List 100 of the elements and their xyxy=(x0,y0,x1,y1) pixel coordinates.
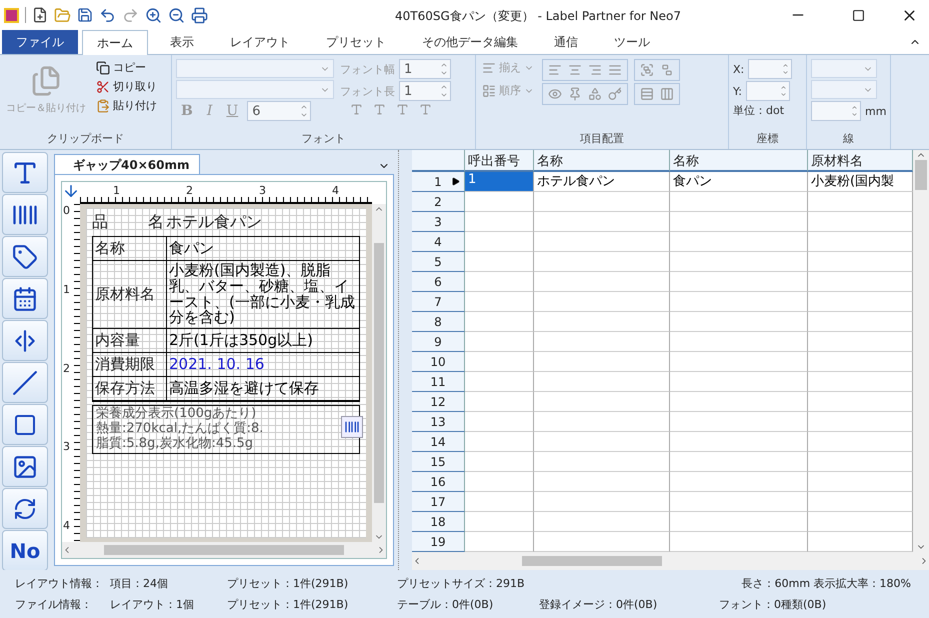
table-cell[interactable] xyxy=(534,472,670,492)
table-cell[interactable] xyxy=(465,252,534,272)
row-header[interactable]: 8 xyxy=(412,312,465,332)
eye-icon[interactable] xyxy=(548,87,562,101)
table-cell[interactable] xyxy=(808,432,913,452)
layout-tab[interactable]: ギャップ40×60mm xyxy=(54,154,200,174)
row-header[interactable]: 2 xyxy=(412,192,465,212)
font-width-field[interactable]: 1 xyxy=(399,59,451,79)
row-header[interactable]: 7 xyxy=(412,292,465,312)
scroll-thumb[interactable] xyxy=(915,160,927,190)
table-cell[interactable] xyxy=(534,212,670,232)
table-cell[interactable] xyxy=(808,212,913,232)
table-cell[interactable] xyxy=(808,532,913,552)
table-cell[interactable] xyxy=(808,472,913,492)
font-style-dropdown[interactable] xyxy=(176,80,334,99)
line-width-field[interactable] xyxy=(811,101,861,121)
table-cell[interactable] xyxy=(534,292,670,312)
text-spacing-icon[interactable] xyxy=(350,103,363,116)
table-cell[interactable] xyxy=(670,312,808,332)
row-header[interactable]: 6 xyxy=(412,272,465,292)
font-length-field[interactable]: 1 xyxy=(399,81,451,101)
table-cell[interactable] xyxy=(670,452,808,472)
ribbon-tab[interactable]: その他データ編集 xyxy=(408,30,532,54)
table-cell[interactable] xyxy=(534,532,670,552)
open-folder-icon[interactable] xyxy=(54,6,71,24)
row-header[interactable]: 13 xyxy=(412,412,465,432)
table-cell[interactable] xyxy=(670,352,808,372)
table-cell[interactable] xyxy=(534,332,670,352)
row-header[interactable]: 5 xyxy=(412,252,465,272)
table-cell[interactable] xyxy=(534,252,670,272)
redo-icon[interactable] xyxy=(122,6,139,24)
row-header[interactable]: 9 xyxy=(412,332,465,352)
tool-button[interactable] xyxy=(2,194,48,235)
align-justify-icon[interactable] xyxy=(608,63,622,77)
table-cell[interactable] xyxy=(465,412,534,432)
table-cell[interactable] xyxy=(465,352,534,372)
ribbon-tab[interactable]: レイアウト xyxy=(216,30,304,54)
rows-icon[interactable] xyxy=(640,87,654,101)
table-cell[interactable] xyxy=(465,472,534,492)
table-cell[interactable] xyxy=(534,392,670,412)
y-field[interactable] xyxy=(746,81,790,101)
text-spacing-icon[interactable] xyxy=(373,103,386,116)
zoom-in-icon[interactable] xyxy=(145,6,162,24)
tool-button[interactable] xyxy=(2,488,48,529)
tool-button[interactable] xyxy=(2,152,48,193)
table-cell[interactable] xyxy=(465,212,534,232)
ribbon-tab[interactable]: プリセット xyxy=(312,30,400,54)
table-cell[interactable] xyxy=(670,412,808,432)
tool-button[interactable] xyxy=(2,404,48,445)
align-right-icon[interactable] xyxy=(588,63,602,77)
table-cell[interactable] xyxy=(534,412,670,432)
table-cell[interactable] xyxy=(808,412,913,432)
ungroup-icon[interactable] xyxy=(660,63,674,77)
table-cell[interactable]: 1 xyxy=(465,172,534,192)
table-cell[interactable] xyxy=(808,372,913,392)
table-cell[interactable]: 小麦粉(国内製 xyxy=(808,172,913,192)
row-header[interactable]: 12 xyxy=(412,392,465,412)
table-cell[interactable] xyxy=(808,292,913,312)
table-cell[interactable] xyxy=(534,452,670,472)
zoom-out-icon[interactable] xyxy=(168,6,185,24)
table-cell[interactable] xyxy=(670,272,808,292)
column-header[interactable]: 名称 xyxy=(534,150,670,172)
font-name-dropdown[interactable] xyxy=(176,59,334,78)
key-icon[interactable] xyxy=(608,87,622,101)
table-cell[interactable] xyxy=(465,332,534,352)
row-header[interactable]: 10 xyxy=(412,352,465,372)
row-header[interactable]: 3 xyxy=(412,212,465,232)
table-cell[interactable] xyxy=(670,192,808,212)
table-cell[interactable] xyxy=(465,392,534,412)
new-file-icon[interactable] xyxy=(32,7,48,23)
table-cell[interactable] xyxy=(670,392,808,412)
scroll-thumb[interactable] xyxy=(374,243,384,503)
table-cell[interactable] xyxy=(808,332,913,352)
undo-icon[interactable] xyxy=(99,6,116,24)
align-center-icon[interactable] xyxy=(568,63,582,77)
table-cell[interactable] xyxy=(534,272,670,292)
ribbon-tab[interactable]: ホーム xyxy=(82,30,148,55)
shapes-icon[interactable] xyxy=(588,87,602,101)
table-cell[interactable] xyxy=(465,532,534,552)
table-cell[interactable] xyxy=(808,392,913,412)
pin-icon[interactable] xyxy=(568,87,582,101)
table-cell[interactable] xyxy=(670,212,808,232)
table-cell[interactable] xyxy=(534,512,670,532)
table-cell[interactable]: 食パン xyxy=(670,172,808,192)
ribbon-tab[interactable]: 表示 xyxy=(156,30,208,54)
table-cell[interactable] xyxy=(808,352,913,372)
font-size-field[interactable]: 6 xyxy=(247,101,312,121)
table-cell[interactable] xyxy=(670,292,808,312)
row-header[interactable]: 16 xyxy=(412,472,465,492)
tool-button[interactable] xyxy=(2,362,48,403)
table-cell[interactable] xyxy=(465,192,534,212)
table-cell[interactable] xyxy=(808,312,913,332)
table-cell[interactable] xyxy=(808,492,913,512)
table-cell[interactable] xyxy=(670,372,808,392)
table-cell[interactable]: ホテル食パン xyxy=(534,172,670,192)
table-cell[interactable] xyxy=(808,272,913,292)
tool-button[interactable]: No xyxy=(2,530,48,570)
table-cell[interactable] xyxy=(808,252,913,272)
table-cell[interactable] xyxy=(465,432,534,452)
columns-icon[interactable] xyxy=(660,87,674,101)
